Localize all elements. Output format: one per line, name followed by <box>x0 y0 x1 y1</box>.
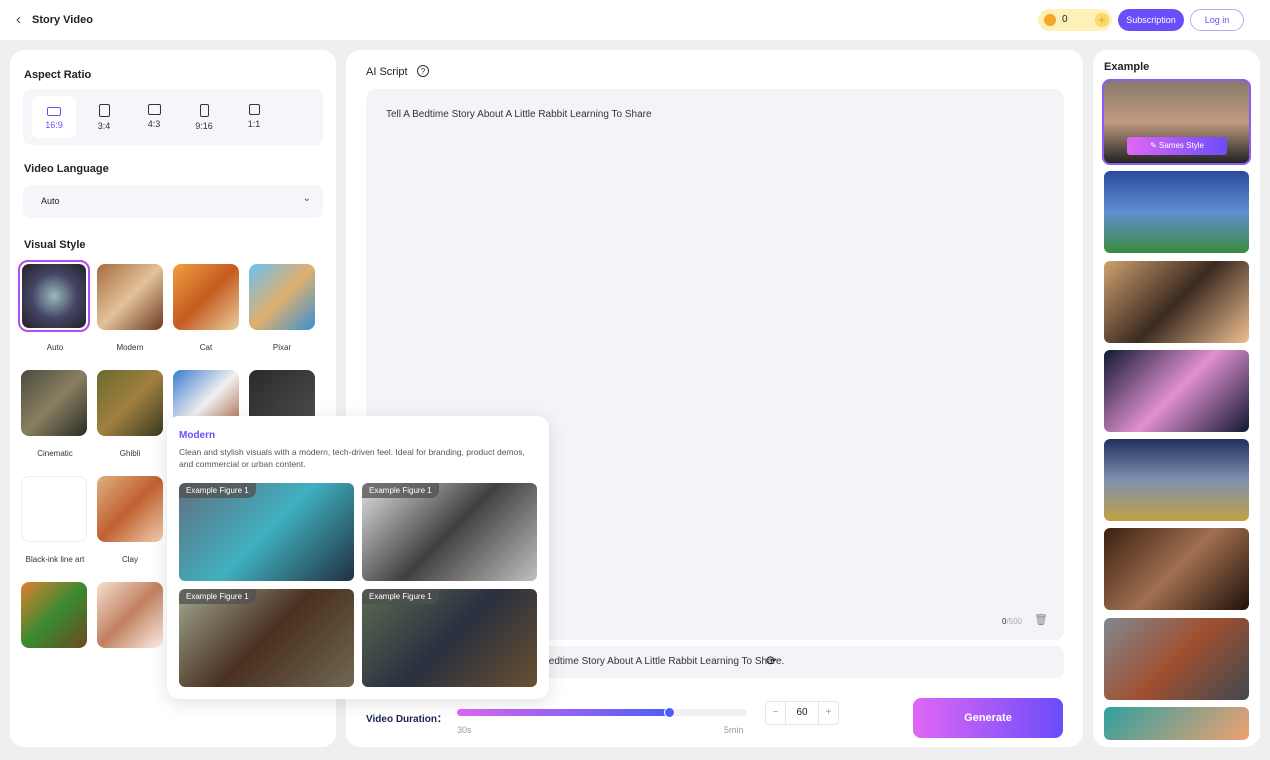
style-cinematic[interactable] <box>21 370 87 436</box>
duration-stepper: − 60 + <box>765 701 839 725</box>
aspect-ratio-title: Aspect Ratio <box>24 69 91 81</box>
duration-max: 5min <box>724 725 744 735</box>
style-preview-popover: Modern Clean and stylish visuals with a … <box>167 416 549 699</box>
duration-min: 30s <box>457 725 472 735</box>
subscription-button[interactable]: Subscription <box>1118 9 1184 31</box>
style-label: Black-ink line art <box>14 555 96 564</box>
example-item[interactable] <box>1104 528 1249 610</box>
add-coins-icon[interactable]: + <box>1095 13 1109 27</box>
style-modern[interactable] <box>97 264 163 330</box>
aspect-ratio-selector: 16:9 3:4 4:3 9:16 1:1 <box>23 89 323 145</box>
script-text: Tell A Bedtime Story About A Little Rabb… <box>386 109 652 120</box>
help-icon[interactable]: ? <box>417 65 429 77</box>
example-item[interactable] <box>1104 707 1249 740</box>
style-auto[interactable] <box>18 260 90 332</box>
example-item[interactable] <box>1104 171 1249 253</box>
style-label: Cinematic <box>17 449 93 458</box>
ratio-1-1[interactable]: 1:1 <box>232 96 276 138</box>
same-style-button[interactable]: ✎ Sames Style <box>1127 137 1227 155</box>
style-label: Cat <box>168 343 244 352</box>
style-cat[interactable] <box>173 264 239 330</box>
style-black-ink-line-art[interactable] <box>21 476 87 542</box>
style-label: Ghibli <box>92 449 168 458</box>
example-figure: Example Figure 1 <box>179 483 354 581</box>
example-item-selected[interactable]: ✎ Sames Style <box>1102 79 1251 165</box>
suggestion-text: Tell A Bedtime Story About A Little Rabb… <box>516 656 784 667</box>
style-minecraft[interactable] <box>21 582 87 648</box>
ratio-3-4[interactable]: 3:4 <box>82 96 126 138</box>
increment-button[interactable]: + <box>818 702 838 724</box>
ai-script-title: AI Script <box>366 66 408 78</box>
style-clay[interactable] <box>97 476 163 542</box>
style-label: Clay <box>92 555 168 564</box>
language-select[interactable]: Auto ⌄ <box>23 185 323 218</box>
popover-description: Clean and stylish visuals with a modern,… <box>179 446 539 470</box>
style-pixar[interactable] <box>249 264 315 330</box>
chevron-down-icon: ⌄ <box>303 193 311 204</box>
duration-slider[interactable] <box>457 709 747 716</box>
popover-title: Modern <box>179 430 215 441</box>
coin-icon <box>1044 14 1056 26</box>
decrement-button[interactable]: − <box>766 702 786 724</box>
generate-button[interactable]: Generate <box>913 698 1063 738</box>
example-figure: Example Figure 1 <box>179 589 354 687</box>
trash-icon[interactable]: 🗑 <box>1034 613 1048 626</box>
duration-label: Video Duration： <box>366 710 447 725</box>
style-label: Modern <box>92 343 168 352</box>
slider-handle[interactable] <box>664 707 675 718</box>
login-button[interactable]: Log in <box>1190 9 1244 31</box>
style-cartoon[interactable] <box>97 582 163 648</box>
ratio-4-3[interactable]: 4:3 <box>132 96 176 138</box>
ratio-9-16[interactable]: 9:16 <box>182 96 226 138</box>
refresh-icon[interactable]: ⟳ <box>766 653 777 669</box>
example-item[interactable] <box>1104 439 1249 521</box>
style-label: Auto <box>17 343 93 352</box>
example-item[interactable] <box>1104 350 1249 432</box>
ratio-16-9[interactable]: 16:9 <box>32 96 76 138</box>
example-figure: Example Figure 1 <box>362 589 537 687</box>
page-title: Story Video <box>32 14 93 26</box>
example-figure: Example Figure 1 <box>362 483 537 581</box>
visual-style-title: Visual Style <box>24 239 86 251</box>
video-language-title: Video Language <box>24 163 109 175</box>
brush-icon: ✎ <box>1150 141 1159 150</box>
example-item[interactable] <box>1104 261 1249 343</box>
chevron-left-icon[interactable]: ‹ <box>16 11 21 28</box>
duration-value[interactable]: 60 <box>786 702 818 724</box>
style-label: Pixar <box>244 343 320 352</box>
top-bar: ‹ Story Video 0 + Subscription Log in <box>0 0 1270 40</box>
char-count: 0/500 <box>1002 617 1022 626</box>
example-title: Example <box>1104 61 1149 73</box>
example-item[interactable] <box>1104 618 1249 700</box>
style-ghibli[interactable] <box>97 370 163 436</box>
coin-count: 0 <box>1062 14 1068 25</box>
language-value: Auto <box>41 196 60 206</box>
coin-balance: 0 + <box>1038 9 1112 31</box>
